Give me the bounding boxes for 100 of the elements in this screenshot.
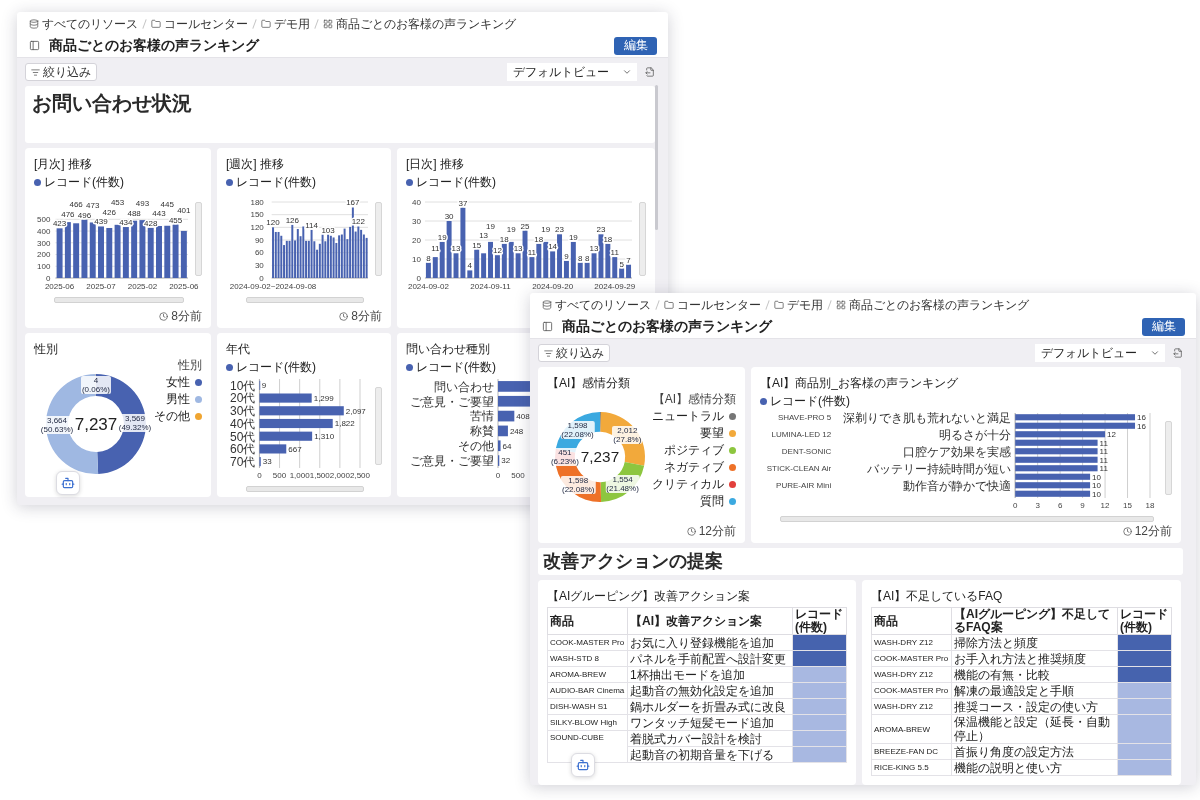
card-title: 性別 [34, 342, 58, 356]
table-cell: WASH-STD 8 [547, 650, 628, 667]
axis-label: 100 [37, 262, 51, 272]
axis-label: 30 [254, 261, 264, 271]
slice-label: 3,569 (49.32%) [117, 414, 153, 433]
axis-label: 90 [254, 235, 264, 245]
column-header: 【AIグルーピング】不足してるFAQ案 [951, 607, 1118, 635]
table-cell: ワンタッチ短髪モード追加 [627, 714, 793, 731]
data-label: 453 [110, 198, 125, 208]
data-label: 19 [568, 232, 578, 242]
legend-label: 男性 [166, 392, 190, 406]
table-cell: COOK-MASTER Pro [871, 682, 952, 699]
table-cell: WASH-DRY Z12 [871, 666, 952, 683]
data-label: 439 [94, 217, 108, 227]
axis-label: 深剃りでき肌も荒れないと満足 [843, 410, 1012, 425]
table-cell: COOK-MASTER Pro [871, 650, 952, 667]
table-cell: COOK-MASTER Pro [547, 634, 628, 651]
axis-label: 2024-09-29 [594, 282, 636, 291]
axis-label: 12 [1100, 501, 1110, 510]
table-cell: 解凍の最適設定と手順 [951, 682, 1118, 699]
table-cell: RICE-KING 5.5 [871, 759, 952, 776]
data-label: 8 [578, 253, 583, 263]
table-cell: SILKY-BLOW High [547, 714, 628, 731]
axis-label: 0 [259, 273, 264, 283]
data-label: 466 [69, 200, 83, 210]
axis-label: 9 [1080, 501, 1085, 510]
card-title: 問い合わせ種別 [406, 342, 490, 356]
slice-label: 1,554 (21.48%) [605, 474, 640, 493]
table-cell: 機能の有無・比較 [951, 666, 1118, 683]
table-cell: 起動音の初期音量を下げる [627, 746, 793, 763]
slice-label: 1,598 (22.08%) [561, 475, 596, 494]
axis-label: DENT-SONIC [781, 447, 832, 457]
card-title: 【AI】商品別_お客様の声ランキング [760, 376, 958, 390]
legend-label: ポジティブ [664, 443, 724, 457]
legend-label: レコード(件数) [236, 175, 316, 189]
table-cell: 首振り角度の設定方法 [951, 743, 1118, 760]
table-cell: 推奨コース・設定の使い方 [951, 698, 1118, 715]
data-label: 16 [1137, 413, 1146, 423]
axis-label: 500 [272, 471, 287, 480]
data-label: 120 [266, 218, 280, 228]
slice-label: 2,012 (27.8%) [612, 426, 643, 444]
updated-time: 12分前 [698, 522, 736, 540]
axis-label: その他 [458, 439, 494, 454]
table-cell: DISH-WASH S1 [547, 698, 628, 715]
table-cell: 機能の説明と使い方 [951, 759, 1118, 776]
axis-label: ご意見・ご要望 [410, 453, 494, 468]
axis-label: 60代 [230, 442, 256, 457]
axis-label: PURE-AIR Mini [776, 481, 832, 491]
data-label: 1,299 [313, 393, 334, 403]
legend-label: レコード(件数) [44, 175, 124, 189]
axis-label: 18 [1145, 501, 1155, 510]
data-label: 19 [506, 225, 516, 235]
axis-label: 2025-07 [86, 282, 116, 291]
axis-label: 0 [1012, 501, 1018, 510]
axis-label: 0 [45, 273, 51, 283]
data-label: 434 [119, 218, 133, 228]
axis-label: 1,000 [289, 471, 310, 480]
data-label: 5 [619, 259, 624, 269]
data-label: 114 [305, 220, 318, 230]
axis-label: 明るさが十分 [939, 427, 1012, 442]
table-cell: 1杯抽出モードを追加 [627, 666, 793, 683]
table-cell: 着脱式カバー設計を検討 [627, 730, 793, 747]
table-cell: AROMA-BREW [871, 714, 952, 744]
axis-label: 500 [511, 471, 525, 480]
data-label: 9 [261, 381, 267, 391]
data-label: 13 [479, 231, 489, 240]
data-label: 13 [589, 244, 599, 254]
data-label: 11 [527, 248, 537, 258]
total-count: 7,237 [74, 415, 118, 434]
total-count: 7,237 [580, 448, 620, 466]
slice-label: 1,598 (22.08%) [560, 421, 595, 439]
data-label: 8 [584, 253, 590, 263]
axis-label: 口腔ケア効果を実感 [903, 444, 1012, 459]
data-label: 1,310 [314, 432, 335, 441]
data-label: 455 [168, 215, 183, 225]
data-label: 2,097 [345, 406, 366, 416]
legend-label: レコード(件数) [236, 360, 316, 374]
axis-label: 2024-09-02~2024-09-08 [229, 282, 317, 291]
card-title: [日次] 推移 [406, 157, 464, 171]
axis-label: 2025-02 [127, 282, 158, 291]
data-label: 1,822 [334, 419, 355, 429]
table-cell: 保温機能と設定（延長・自動停止） [951, 714, 1118, 744]
data-label: 19 [486, 221, 495, 231]
data-label: 476 [61, 209, 75, 219]
data-label: 167 [346, 198, 360, 208]
data-label: 8 [426, 253, 431, 263]
data-label: 401 [177, 206, 191, 216]
column-header: レコード(件数) [792, 607, 847, 635]
axis-label: 1,500 [309, 471, 330, 480]
axis-label: 200 [37, 250, 51, 260]
axis-label: 10 [412, 254, 421, 264]
legend-label: その他 [154, 409, 190, 423]
axis-label: 60 [254, 248, 264, 258]
table-cell: WASH-DRY Z12 [871, 698, 952, 715]
axis-label: SHAVE-PRO 5 [778, 413, 832, 423]
data-label: 13 [513, 244, 523, 254]
data-label: 12 [492, 246, 502, 256]
legend-label: 要望 [700, 426, 724, 440]
axis-label: 30 [412, 216, 421, 226]
legend-label: ニュートラル [652, 409, 724, 423]
